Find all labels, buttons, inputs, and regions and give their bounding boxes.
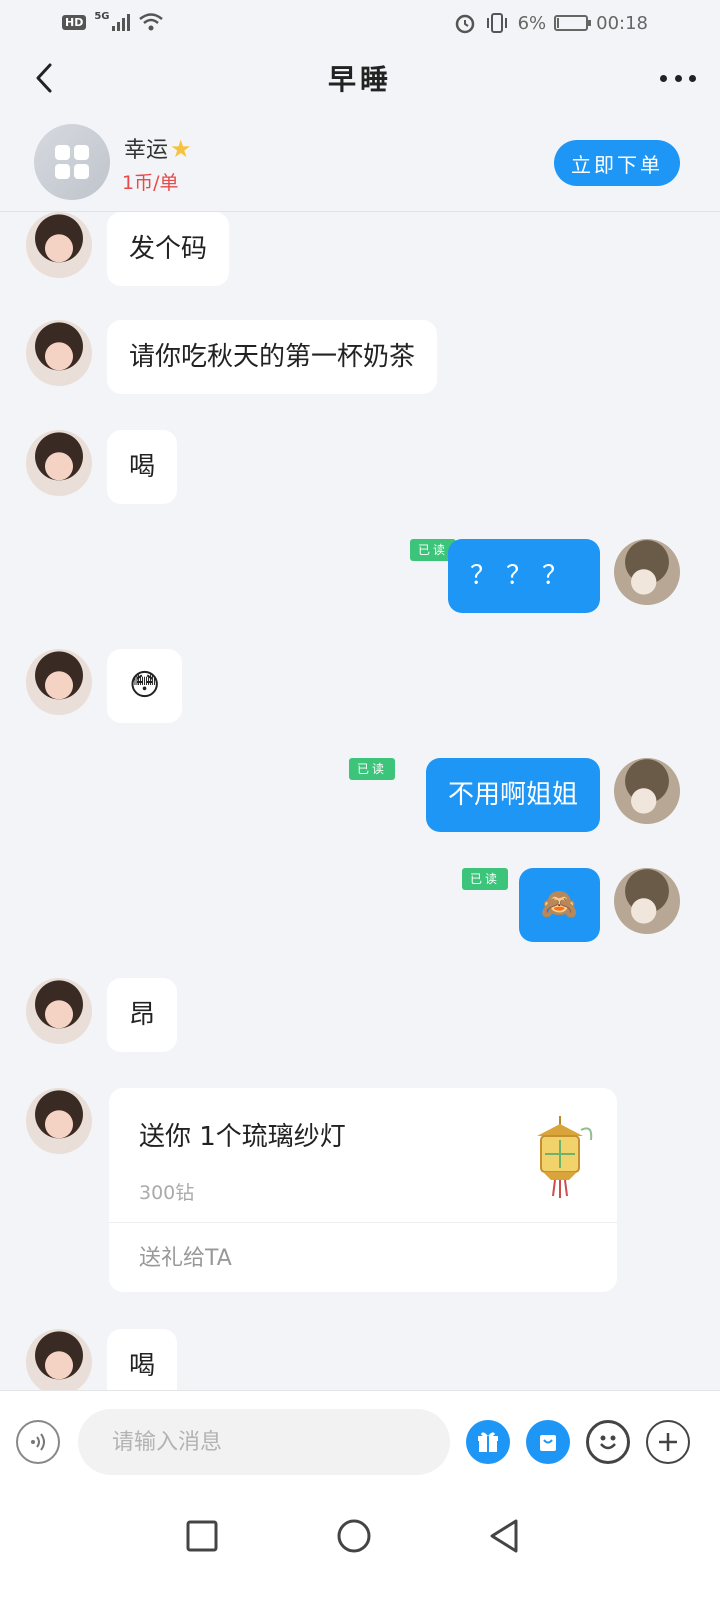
contact-avatar[interactable] — [26, 320, 92, 386]
apps-grid-icon — [55, 145, 89, 179]
signal-icon — [111, 13, 130, 31]
my-avatar[interactable] — [614, 539, 680, 605]
recent-apps-icon[interactable] — [182, 1516, 222, 1556]
my-avatar[interactable] — [614, 868, 680, 934]
profile-price: 1币/单 — [122, 172, 179, 194]
gift-title: 送你 1个琉璃纱灯 — [139, 1122, 346, 1152]
contact-avatar[interactable] — [26, 212, 92, 278]
profile-name: 幸运★ — [124, 132, 192, 164]
battery-icon — [554, 15, 592, 31]
profile-avatar[interactable] — [34, 124, 110, 200]
contact-avatar[interactable] — [26, 649, 92, 715]
my-message-bubble[interactable]: 不用啊姐姐 — [425, 758, 600, 832]
contact-avatar[interactable] — [26, 430, 92, 496]
my-message-bubble[interactable]: ？？？ — [447, 539, 600, 613]
divider — [109, 1222, 617, 1223]
message-bubble[interactable]: 请你吃秋天的第一杯奶茶 — [107, 320, 438, 394]
top-header: 早睡 — [0, 50, 720, 106]
page-title: 早睡 — [327, 63, 392, 96]
star-icon: ★ — [170, 135, 192, 163]
clock: 00:18 — [596, 12, 648, 34]
message-bubble[interactable]: 喝 — [107, 430, 178, 504]
lantern-icon — [537, 1116, 593, 1198]
wifi-icon — [138, 13, 163, 31]
shopping-bag-icon[interactable] — [526, 1420, 570, 1464]
battery-percent: 6% — [517, 12, 547, 34]
gift-price: 300钻 — [139, 1182, 195, 1204]
contact-avatar[interactable] — [26, 1329, 92, 1390]
message-bubble[interactable]: 昂 — [107, 978, 178, 1052]
system-nav-bar — [0, 1496, 720, 1600]
status-bar: HD 5G 6% 00:18 — [0, 0, 720, 50]
input-bar — [0, 1390, 720, 1496]
contact-avatar[interactable] — [26, 978, 92, 1044]
vibrate-icon — [486, 13, 507, 33]
message-bubble[interactable]: 喝 — [107, 1329, 178, 1390]
back-icon[interactable] — [484, 1516, 524, 1556]
gift-card[interactable]: 送你 1个琉璃纱灯 300钻 送礼给TA — [109, 1088, 617, 1292]
message-bubble[interactable]: 发个码 — [107, 212, 230, 286]
order-now-button[interactable]: 立即下单 — [554, 140, 680, 186]
profile-name-text: 幸运 — [124, 138, 169, 163]
message-bubble[interactable]: 😳 — [107, 649, 183, 723]
status-right: 6% 00:18 — [454, 12, 648, 34]
more-options-icon[interactable] — [656, 62, 700, 94]
message-input[interactable] — [78, 1409, 450, 1475]
profile-bar: 幸运★ 1币/单 立即下单 — [0, 112, 720, 212]
add-icon[interactable] — [646, 1420, 690, 1464]
emoji-icon[interactable] — [586, 1420, 630, 1464]
my-message-bubble[interactable]: 🙈 — [518, 868, 600, 942]
network-type: 5G — [94, 10, 110, 22]
contact-avatar[interactable] — [26, 1088, 92, 1154]
chat-list[interactable]: 发个码 请你吃秋天的第一杯奶茶 喝 已读 ？？？ 😳 已读 不用啊姐姐 已读 🙈… — [0, 212, 720, 1390]
home-icon[interactable] — [334, 1516, 374, 1556]
my-avatar[interactable] — [614, 758, 680, 824]
read-badge: 已读 — [348, 758, 395, 780]
hd-badge: HD — [62, 14, 87, 30]
gift-icon[interactable] — [466, 1420, 510, 1464]
read-badge: 已读 — [461, 868, 508, 890]
voice-icon[interactable] — [16, 1420, 60, 1464]
alarm-icon — [455, 14, 474, 34]
send-gift-link[interactable]: 送礼给TA — [139, 1240, 232, 1272]
status-left: HD 5G — [62, 10, 164, 32]
